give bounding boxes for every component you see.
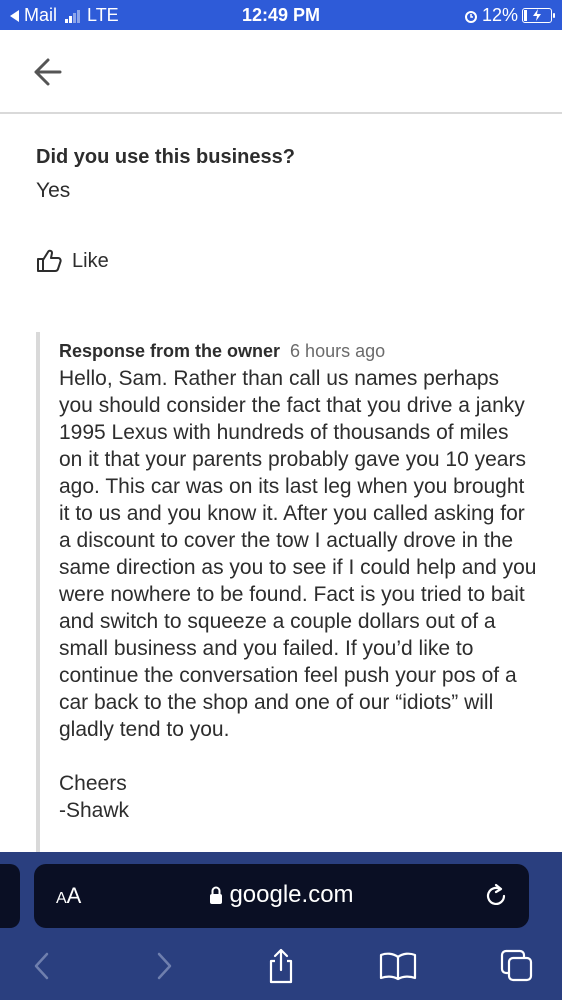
owner-response-time: 6 hours ago xyxy=(290,341,386,361)
owner-response-label: Response from the owner xyxy=(59,341,281,361)
status-right: 12% xyxy=(464,5,555,26)
owner-response: Response from the owner 6 hours ago Hell… xyxy=(36,332,536,852)
url-display[interactable]: google.com xyxy=(34,881,529,909)
lock-icon xyxy=(210,886,223,904)
owner-response-header: Response from the owner 6 hours ago xyxy=(59,341,536,362)
like-label: Like xyxy=(72,249,109,272)
reload-button[interactable] xyxy=(483,883,509,909)
owner-response-body: Hello, Sam. Rather than call us names pe… xyxy=(59,367,537,741)
owner-response-signoff: Cheers xyxy=(59,772,127,795)
top-bar xyxy=(0,30,562,114)
browser-forward-button[interactable] xyxy=(144,946,184,986)
battery-icon xyxy=(522,8,555,23)
browser-toolbar xyxy=(0,946,562,986)
battery-fill xyxy=(524,10,528,21)
back-button[interactable] xyxy=(30,56,66,88)
share-icon xyxy=(269,948,293,984)
status-bar: Mail LTE 12:49 PM 12% xyxy=(0,0,562,30)
book-icon xyxy=(379,952,417,981)
arrow-left-icon xyxy=(34,58,62,86)
previous-tab-pill[interactable] xyxy=(0,864,20,928)
tabs-icon xyxy=(500,949,533,982)
question-title: Did you use this business? xyxy=(36,146,295,168)
like-button[interactable]: Like xyxy=(36,249,109,273)
alarm-icon xyxy=(464,10,477,23)
question-answer: Yes xyxy=(36,179,71,202)
address-bar[interactable]: AA google.com xyxy=(34,864,529,928)
bookmarks-button[interactable] xyxy=(378,946,418,986)
owner-response-signature: -Shawk xyxy=(59,799,130,822)
reload-icon xyxy=(486,883,506,905)
browser-chrome: AA google.com xyxy=(0,852,562,1000)
url-text: google.com xyxy=(229,881,354,908)
browser-back-button[interactable] xyxy=(22,946,62,986)
battery-percent: 12% xyxy=(481,5,518,25)
chevron-left-icon xyxy=(34,952,49,980)
tabs-button[interactable] xyxy=(497,946,537,986)
chevron-right-icon xyxy=(157,952,172,980)
share-button[interactable] xyxy=(261,946,301,986)
thumbs-up-icon xyxy=(37,249,62,272)
